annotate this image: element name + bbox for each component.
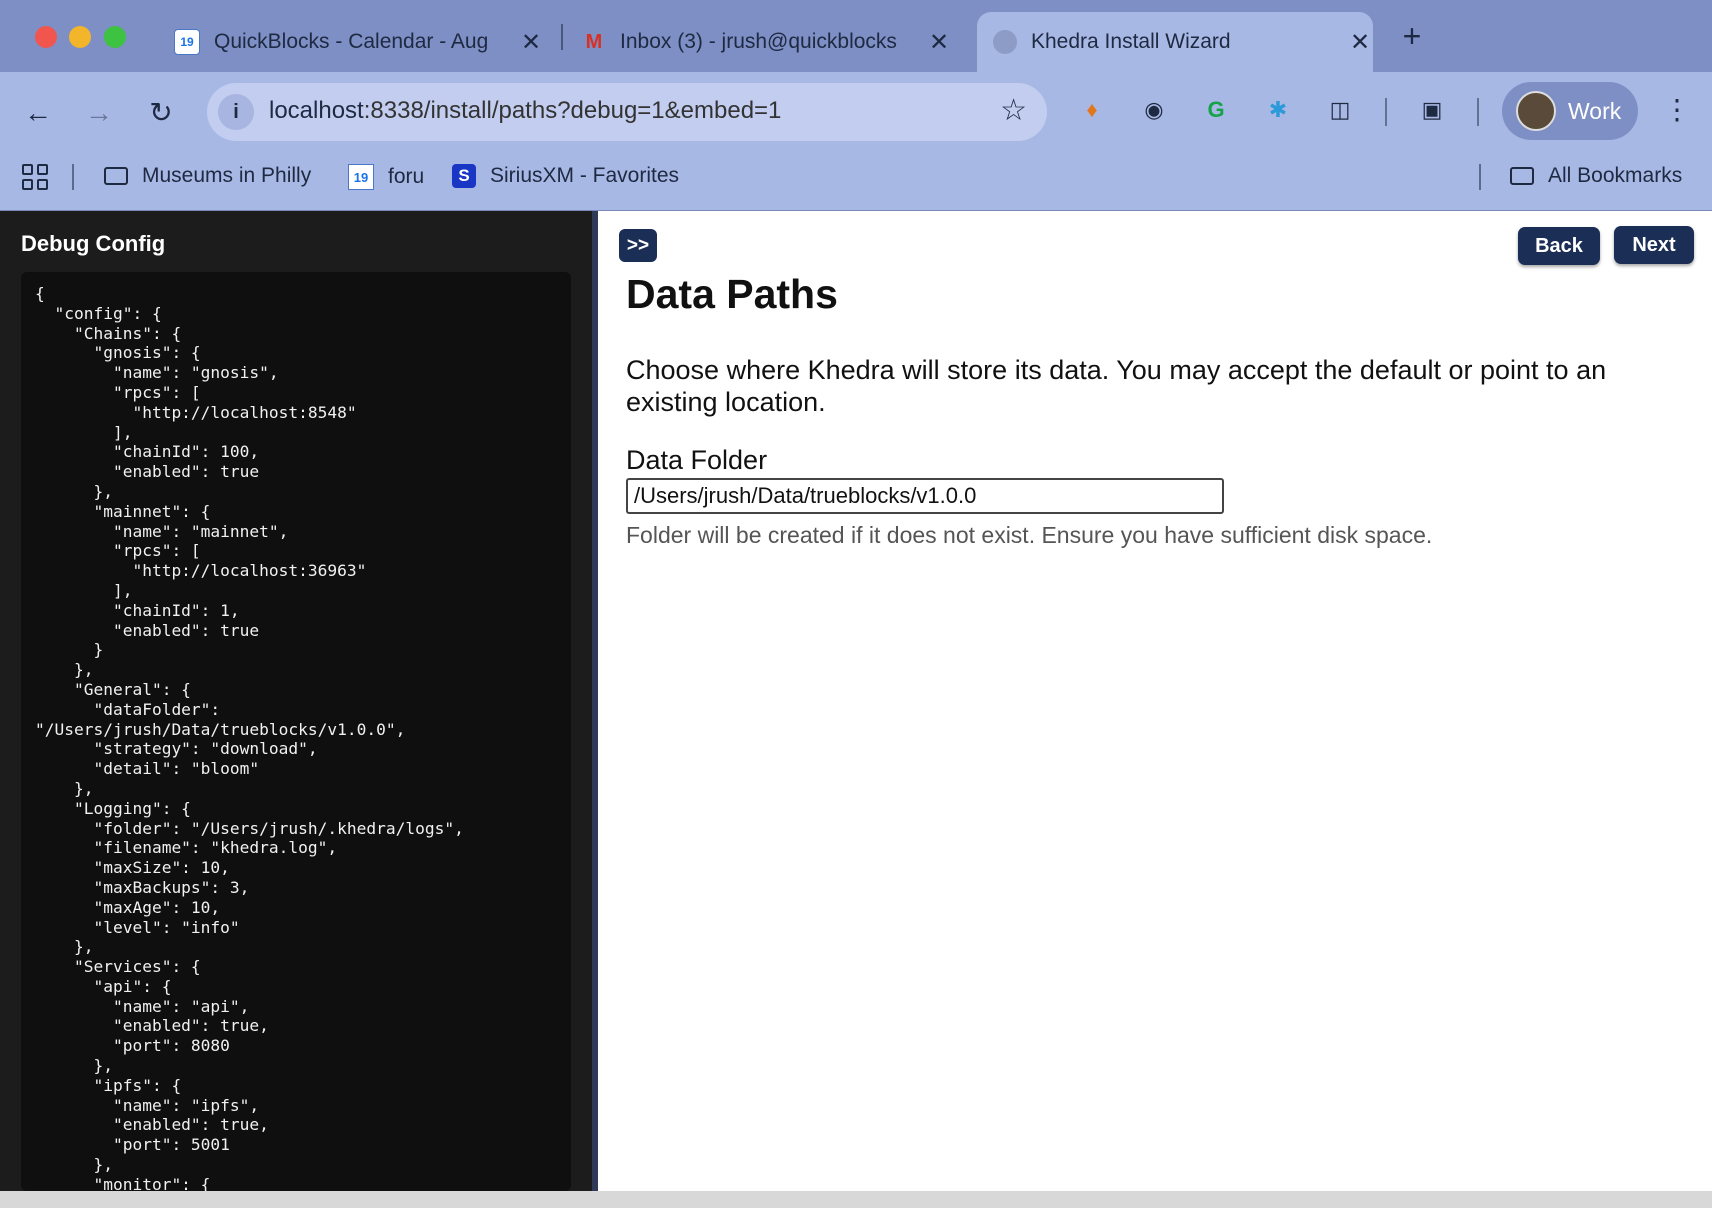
debug-json-text: { "config": { "Chains": { "gnosis": { "n… xyxy=(35,284,464,1191)
calendar-icon: 19 xyxy=(174,29,200,55)
tab-close-icon[interactable]: ✕ xyxy=(926,28,952,57)
tab-title: QuickBlocks - Calendar - Aug xyxy=(214,30,489,53)
toolbar-divider xyxy=(1385,98,1387,126)
siriusxm-icon: S xyxy=(452,164,476,188)
bookmark-foru[interactable]: 19 foru xyxy=(348,164,424,190)
gmail-icon: M xyxy=(585,30,603,53)
all-bookmarks-button[interactable]: All Bookmarks xyxy=(1510,164,1682,188)
extensions-puzzle-icon[interactable]: ◫ xyxy=(1322,92,1358,128)
password-manager-icon[interactable]: ◉ xyxy=(1136,92,1172,128)
extension-star-icon[interactable]: ✱ xyxy=(1260,92,1296,128)
page-description: Choose where Khedra will store its data.… xyxy=(626,355,1607,417)
grammarly-icon[interactable]: G xyxy=(1198,92,1234,128)
apps-grid-icon[interactable] xyxy=(22,164,48,190)
back-button[interactable]: Back xyxy=(1518,227,1600,265)
reload-icon[interactable]: ↻ xyxy=(143,95,179,131)
tab-strip: 19 QuickBlocks - Calendar - Aug ✕ M Inbo… xyxy=(0,0,1712,72)
debug-config-code[interactable]: { "config": { "Chains": { "gnosis": { "n… xyxy=(21,272,571,1191)
avatar xyxy=(1516,91,1556,131)
metamask-icon[interactable]: ♦ xyxy=(1074,92,1110,128)
folder-icon xyxy=(104,167,128,185)
data-folder-input[interactable]: /Users/jrush/Data/trueblocks/v1.0.0 xyxy=(626,478,1224,514)
tab-title: Khedra Install Wizard xyxy=(1031,30,1231,53)
bookmark-museums[interactable]: Museums in Philly xyxy=(104,164,311,188)
url-text[interactable]: localhost:8338/install/paths?debug=1&emb… xyxy=(269,97,781,125)
forward-arrow-icon[interactable]: → xyxy=(81,95,117,131)
next-button[interactable]: Next xyxy=(1614,226,1694,264)
tab-title: Inbox (3) - jrush@quickblocks xyxy=(620,30,897,53)
bookmark-star-icon[interactable]: ☆ xyxy=(1000,93,1027,128)
toolbar-divider xyxy=(1477,98,1479,126)
data-folder-hint: Folder will be created if it does not ex… xyxy=(626,522,1433,548)
tab-close-icon[interactable]: ✕ xyxy=(518,28,544,57)
bookmark-siriusxm[interactable]: S SiriusXM - Favorites xyxy=(452,164,679,188)
tab-separator xyxy=(561,24,563,50)
tab-khedra[interactable]: Khedra Install Wizard ✕ xyxy=(977,12,1373,72)
more-menu-icon[interactable]: ⋮ xyxy=(1662,92,1692,128)
new-tab-button[interactable]: + xyxy=(1395,18,1429,55)
window-zoom-button[interactable] xyxy=(104,26,126,48)
address-bar[interactable]: i localhost:8338/install/paths?debug=1&e… xyxy=(207,83,1047,141)
window-minimize-button[interactable] xyxy=(69,26,91,48)
globe-icon xyxy=(993,30,1017,54)
tab-gmail[interactable]: M Inbox (3) - jrush@quickblocks ✕ xyxy=(582,12,952,72)
folder-icon xyxy=(1510,167,1534,185)
toggle-debug-button[interactable]: >> xyxy=(619,229,657,262)
bookmarks-divider xyxy=(1479,164,1481,190)
tab-calendar[interactable]: 19 QuickBlocks - Calendar - Aug ✕ xyxy=(174,12,544,72)
window-bottom-edge xyxy=(0,1191,1712,1208)
data-folder-label: Data Folder xyxy=(626,445,768,475)
profile-button[interactable]: Work xyxy=(1502,82,1638,140)
window-close-button[interactable] xyxy=(35,26,57,48)
profile-label: Work xyxy=(1568,97,1622,124)
debug-title: Debug Config xyxy=(21,231,166,256)
calendar-icon: 19 xyxy=(348,164,374,190)
tab-search-icon[interactable]: ▣ xyxy=(1414,92,1450,128)
back-arrow-icon[interactable]: ← xyxy=(20,95,56,131)
site-info-icon[interactable]: i xyxy=(218,94,254,130)
bookmarks-divider xyxy=(72,164,74,190)
tab-close-icon[interactable]: ✕ xyxy=(1347,28,1373,57)
browser-toolbar: ← → ↻ i localhost:8338/install/paths?deb… xyxy=(0,72,1712,152)
page-title: Data Paths xyxy=(626,271,838,317)
